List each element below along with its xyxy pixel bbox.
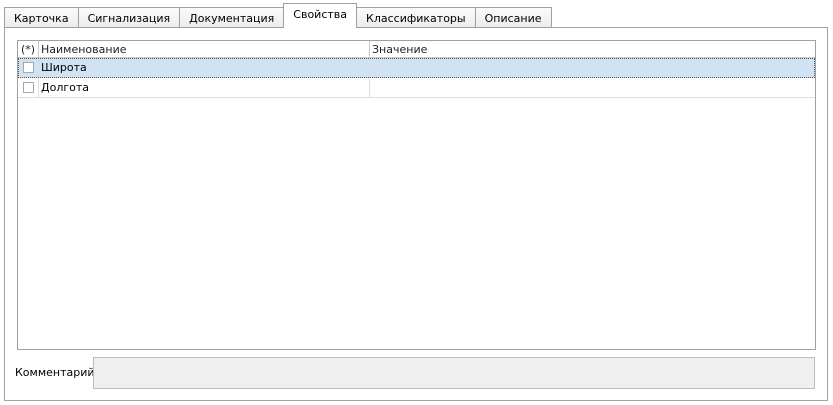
- comment-field[interactable]: [93, 357, 815, 389]
- table-row[interactable]: Широта: [18, 58, 815, 78]
- row-name-cell[interactable]: Широта: [39, 58, 370, 77]
- tab-documentation[interactable]: Документация: [179, 7, 285, 28]
- tab-strip: Карточка Сигнализация Документация Свойс…: [4, 3, 552, 28]
- row-checkbox-cell[interactable]: [18, 78, 39, 97]
- row-checkbox[interactable]: [22, 62, 34, 73]
- tab-properties[interactable]: Свойства: [283, 3, 358, 28]
- tab-classifiers[interactable]: Классификаторы: [356, 7, 476, 28]
- grid-header: (*) Наименование Значение: [18, 41, 815, 58]
- row-checkbox[interactable]: [22, 82, 34, 93]
- row-name-cell[interactable]: Долгота: [39, 78, 370, 97]
- row-value-cell[interactable]: [370, 78, 815, 97]
- tab-signaling[interactable]: Сигнализация: [77, 7, 181, 28]
- column-header-value[interactable]: Значение: [370, 41, 815, 57]
- column-header-name[interactable]: Наименование: [39, 41, 370, 57]
- tab-card[interactable]: Карточка: [4, 7, 79, 28]
- table-row[interactable]: Долгота: [18, 78, 815, 98]
- row-checkbox-cell[interactable]: [18, 58, 39, 77]
- column-header-marker[interactable]: (*): [18, 41, 39, 57]
- properties-grid[interactable]: (*) Наименование Значение Широта Долгота: [17, 40, 816, 350]
- tab-description[interactable]: Описание: [474, 7, 552, 28]
- properties-panel: (*) Наименование Значение Широта Долгота…: [4, 27, 828, 401]
- comment-label: Комментарий:: [15, 366, 99, 379]
- row-value-cell[interactable]: [370, 58, 815, 77]
